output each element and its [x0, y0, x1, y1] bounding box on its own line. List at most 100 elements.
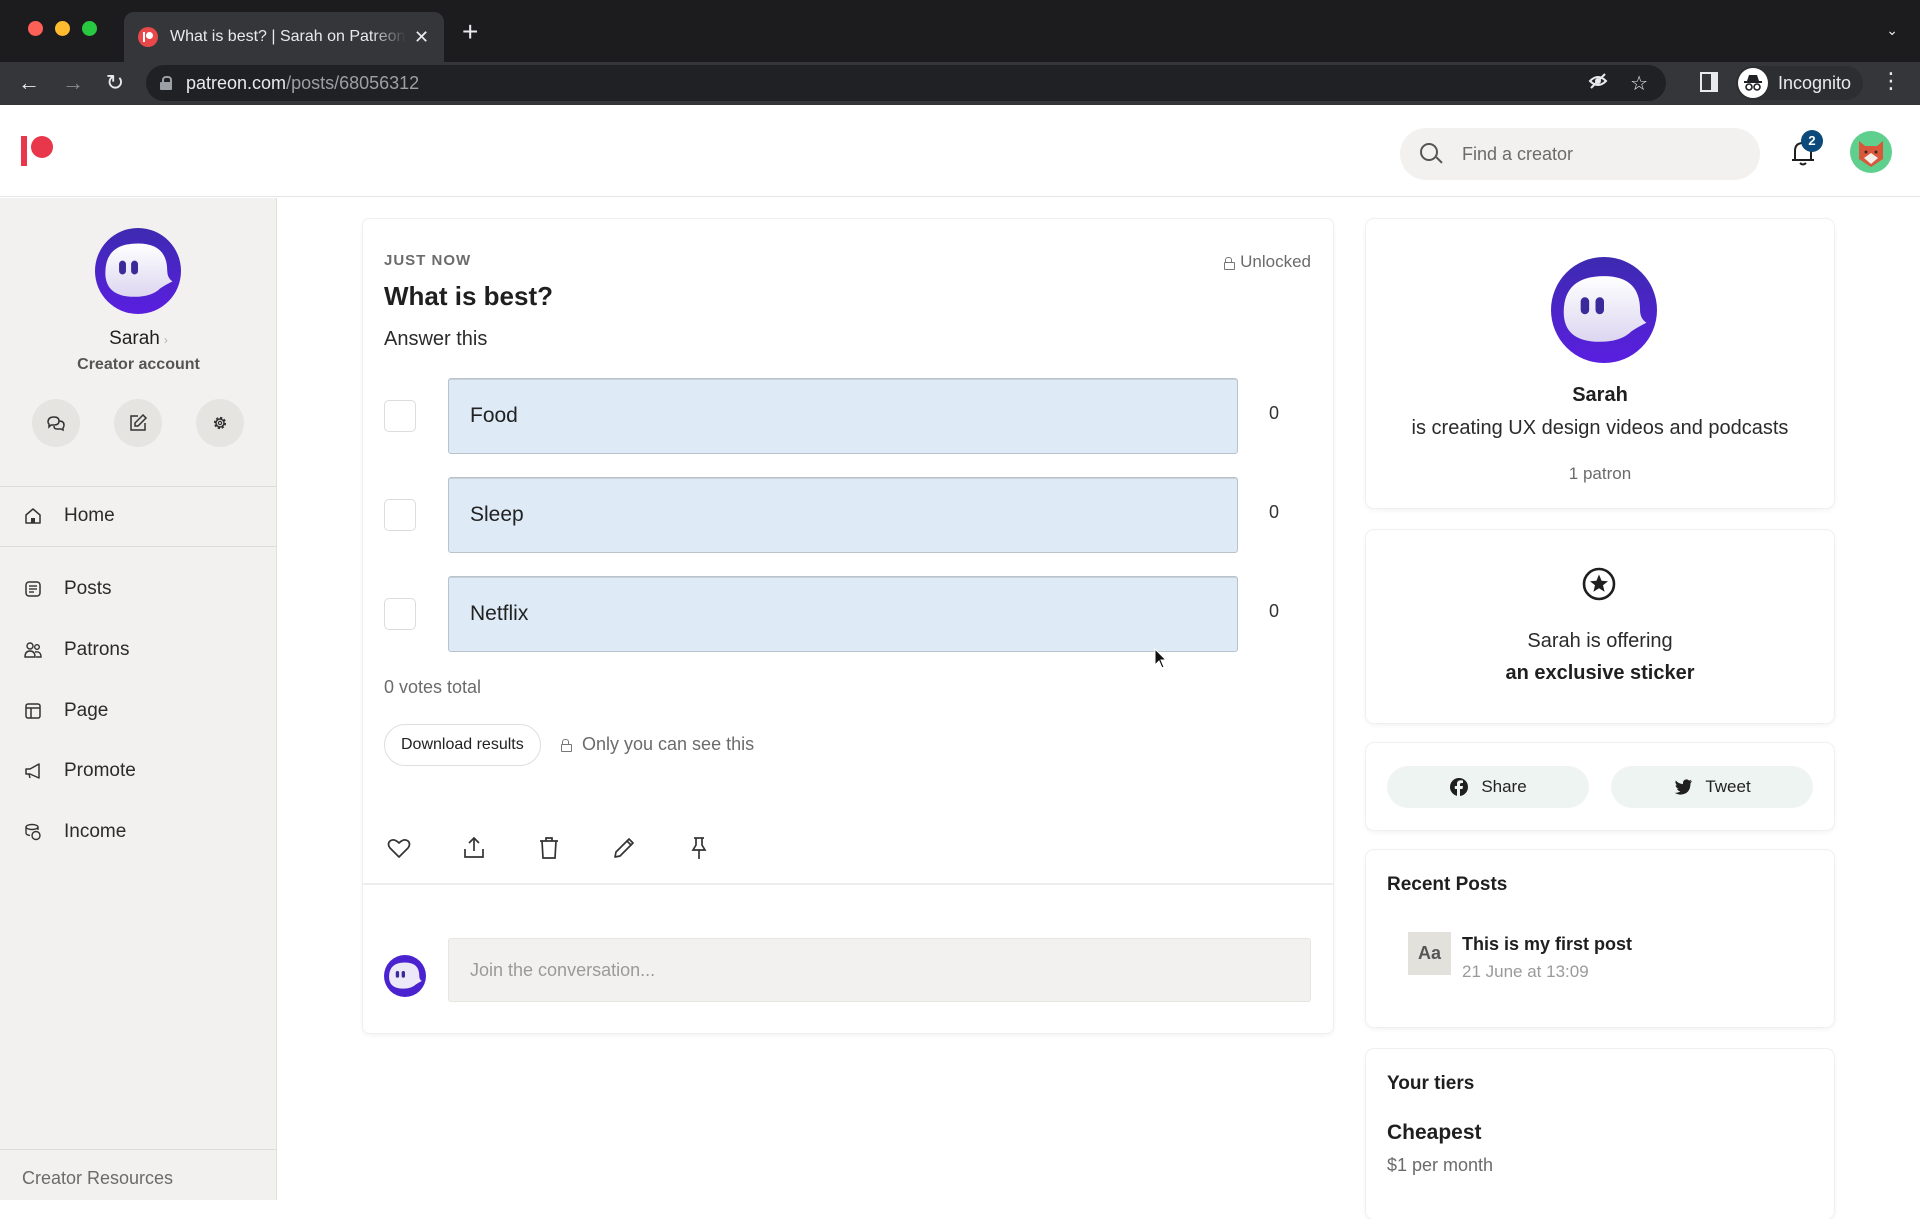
ghost-avatar-icon: [384, 955, 426, 997]
pin-icon: [691, 837, 707, 859]
poll-option-checkbox[interactable]: [384, 400, 416, 432]
sidebar-item-label: Patrons: [64, 639, 130, 660]
incognito-icon: [1738, 68, 1768, 98]
create-post-button[interactable]: [114, 399, 162, 447]
forward-arrow-icon[interactable]: →: [58, 68, 88, 98]
bookmark-star-icon[interactable]: ☆: [1630, 71, 1648, 97]
close-window-button[interactable]: [28, 21, 43, 36]
poll-option: Sleep 0: [384, 477, 1284, 553]
post-body: Answer this: [384, 328, 488, 350]
creator-avatar[interactable]: [95, 228, 181, 314]
profile-label: Incognito: [1778, 72, 1852, 93]
tab-close-icon[interactable]: ✕: [414, 27, 429, 48]
edit-post-button[interactable]: [609, 833, 639, 863]
address-bar[interactable]: patreon.com/posts/68056312 ☆: [146, 65, 1666, 101]
lock-icon: [561, 739, 572, 752]
download-results-button[interactable]: Download results: [384, 724, 541, 766]
sidebar: Sarah › Creator account Home Posts Patron…: [0, 198, 277, 1200]
quick-actions: [32, 399, 244, 447]
recent-posts-card: Recent Posts Aa This is my first post 21…: [1366, 850, 1834, 1027]
browser-chrome: What is best? | Sarah on Patreon ✕ + ⌄ ←…: [0, 0, 1920, 105]
patreon-logo[interactable]: [21, 136, 55, 166]
patron-count: 1 patron: [1568, 464, 1632, 483]
share-post-button[interactable]: [459, 833, 489, 863]
tracking-blocked-eye-icon[interactable]: [1588, 71, 1608, 97]
sidebar-divider: [0, 1149, 277, 1150]
side-panel-icon[interactable]: [1700, 72, 1718, 92]
poll-option-votes: 0: [1269, 403, 1280, 423]
page-icon: [25, 703, 41, 719]
maximize-window-button[interactable]: [82, 21, 97, 36]
notification-count-badge: 2: [1801, 130, 1823, 152]
messages-button[interactable]: [32, 399, 80, 447]
chat-bubbles-icon: [47, 416, 65, 432]
poll-option-bar[interactable]: Sleep: [448, 477, 1238, 553]
facebook-icon: [1450, 778, 1469, 797]
facebook-share-button[interactable]: Share: [1387, 766, 1589, 808]
poll-option-bar[interactable]: Food: [448, 378, 1238, 454]
offer-card: Sarah is offering an exclusive sticker: [1366, 530, 1834, 723]
patreon-favicon-icon: [138, 27, 158, 47]
browser-tab-active[interactable]: What is best? | Sarah on Patreon ✕: [124, 12, 444, 62]
reload-icon[interactable]: ↻: [100, 68, 130, 98]
poll-option-bar[interactable]: Netflix: [448, 576, 1238, 652]
creator-avatar-large[interactable]: [1551, 257, 1657, 363]
poll-option-checkbox[interactable]: [384, 598, 416, 630]
posts-icon: [25, 581, 41, 597]
share-card: Share Tweet: [1366, 743, 1834, 830]
lock-icon: [160, 76, 172, 90]
access-status: Unlocked: [1224, 252, 1311, 272]
sidebar-user-name[interactable]: Sarah ›: [0, 328, 277, 350]
delete-post-button[interactable]: [534, 833, 564, 863]
recent-post-date: 21 June at 13:09: [1462, 962, 1589, 981]
poll-option: Netflix 0: [384, 576, 1284, 652]
tier-name[interactable]: Cheapest: [1387, 1121, 1482, 1145]
sidebar-item-patrons[interactable]: Patrons: [0, 625, 277, 675]
chevron-right-icon: ›: [163, 333, 168, 347]
fox-avatar-icon: [1859, 141, 1883, 167]
votes-total: 0 votes total: [384, 677, 482, 697]
sidebar-item-promote[interactable]: Promote: [0, 746, 277, 796]
new-tab-button[interactable]: +: [462, 16, 478, 48]
coins-icon: [25, 823, 41, 841]
recent-post-title[interactable]: This is my first post: [1462, 934, 1632, 955]
comment-input[interactable]: [448, 938, 1311, 1002]
tab-title: What is best? | Sarah on Patreon: [170, 28, 406, 45]
account-type-label: Creator account: [77, 356, 200, 373]
post-title: What is best?: [384, 281, 554, 311]
sidebar-item-label: Income: [64, 821, 127, 842]
unlocked-lock-icon: [1224, 256, 1236, 270]
poll-option: Food 0: [384, 378, 1284, 454]
offer-text: Sarah is offering: [1527, 630, 1673, 652]
user-avatar[interactable]: [1850, 131, 1892, 173]
sidebar-item-home[interactable]: Home: [0, 491, 277, 541]
poll-option-checkbox[interactable]: [384, 499, 416, 531]
private-note: Only you can see this: [561, 734, 754, 755]
pin-post-button[interactable]: [684, 833, 714, 863]
post-divider: [363, 883, 1333, 885]
creator-search[interactable]: [1400, 128, 1760, 180]
tab-search-chevron-icon[interactable]: ⌄: [1886, 22, 1898, 39]
ghost-avatar-icon: [95, 228, 181, 314]
sidebar-item-income[interactable]: Income: [0, 807, 277, 857]
gear-icon: [213, 416, 227, 430]
creator-name: Sarah: [1572, 384, 1628, 406]
like-button[interactable]: [384, 833, 414, 863]
search-input[interactable]: [1462, 143, 1722, 165]
back-arrow-icon[interactable]: ←: [14, 68, 44, 98]
settings-button[interactable]: [196, 399, 244, 447]
ghost-avatar-icon: [1551, 257, 1657, 363]
twitter-bird-icon: [1674, 779, 1693, 795]
mouse-cursor-icon: [1154, 647, 1168, 670]
heart-icon: [387, 839, 411, 858]
sidebar-item-page[interactable]: Page: [0, 686, 277, 736]
incognito-profile-button[interactable]: Incognito: [1736, 66, 1864, 100]
post-thumbnail[interactable]: Aa: [1408, 932, 1451, 975]
creator-resources-link[interactable]: Creator Resources: [22, 1168, 173, 1189]
sidebar-divider: [0, 546, 277, 547]
sidebar-item-posts[interactable]: Posts: [0, 564, 277, 614]
minimize-window-button[interactable]: [55, 21, 70, 36]
home-icon: [25, 508, 41, 524]
tweet-button[interactable]: Tweet: [1611, 766, 1813, 808]
browser-menu-icon[interactable]: ⋮: [1880, 70, 1902, 92]
